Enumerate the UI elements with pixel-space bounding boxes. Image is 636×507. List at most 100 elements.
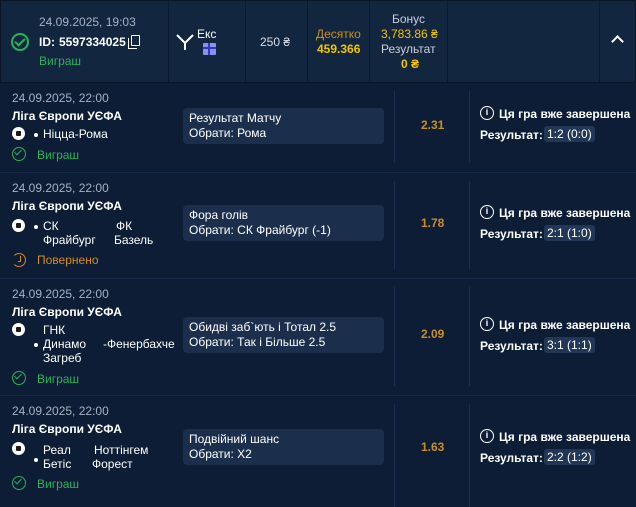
decimal-label: Десятко: [316, 27, 361, 41]
team2-line2: Базель: [114, 233, 154, 247]
team1-line1: ГНК: [43, 323, 66, 337]
parlay-icon: [176, 34, 194, 50]
event-status: Повернено: [37, 253, 99, 267]
result-score: 2:2 (1:2): [544, 449, 595, 465]
event-row: 24.09.2025, 22:00 Ліга Європи УЄФА ГНК Д…: [0, 279, 636, 396]
market-pick: Обрати: Так і Більше 2.5: [189, 335, 326, 349]
game-ended-text: Ця гра вже завершена: [499, 206, 631, 220]
event-league: Ліга Європи УЄФА: [12, 305, 122, 319]
result-label: Результат: [381, 42, 436, 56]
event-status: Виграш: [37, 148, 80, 162]
event-league: Ліга Європи УЄФА: [12, 109, 122, 123]
market-name: Результат Матчу: [189, 111, 282, 125]
divider: [469, 404, 470, 507]
bullet: [34, 343, 38, 347]
event-odds: 2.31: [421, 118, 445, 132]
market-box: Подвійний шанс Обрати: Х2: [183, 429, 384, 465]
football-icon: [12, 323, 25, 336]
info-icon: i: [480, 429, 494, 443]
header-spacer: [448, 1, 600, 82]
event-status: Виграш: [37, 477, 80, 491]
team1-line1: СК: [43, 219, 59, 233]
market-name: Фора голів: [189, 208, 249, 222]
event-league: Ліга Європи УЄФА: [12, 422, 122, 436]
market-name: Подвійний шанс: [189, 432, 280, 446]
team1-line2: Динамо: [43, 337, 87, 351]
divider: [394, 404, 395, 507]
result-label: Результат:: [480, 227, 543, 241]
bullet: [34, 133, 38, 137]
market-box: Фора голів Обрати: СК Фрайбург (-1): [183, 205, 384, 241]
check-circle-icon: [12, 476, 26, 490]
team1-line3: Загреб: [43, 351, 82, 365]
bet-info-cell: 24.09.2025, 19:03 ID: 5597334025 Виграш: [1, 1, 169, 82]
divider: [469, 181, 470, 269]
event-league: Ліга Європи УЄФА: [12, 199, 122, 213]
team2-line2: Форест: [92, 457, 133, 471]
team2-line1: ФК: [116, 219, 133, 233]
market-pick: Обрати: Рома: [189, 126, 267, 140]
bet-date: 24.09.2025, 19:03: [39, 15, 136, 29]
result-score: 1:2 (0:0): [544, 126, 595, 142]
market-pick: Обрати: СК Фрайбург (-1): [189, 223, 331, 237]
info-icon: i: [480, 317, 494, 331]
event-date: 24.09.2025, 22:00: [12, 404, 109, 418]
team-names: Ніцца-Рома: [43, 127, 108, 141]
market-pick: Обрати: Х2: [189, 447, 252, 461]
team1-line2: Фрайбург: [43, 233, 96, 247]
stake-value: 250 ₴: [260, 35, 291, 49]
bet-summary-header: 24.09.2025, 19:03 ID: 5597334025 Виграш …: [0, 0, 636, 83]
team2-line1: -Фенербахче: [103, 337, 175, 351]
event-row: 24.09.2025, 22:00 Ліга Європи УЄФА Ніцца…: [0, 83, 636, 173]
football-icon: [12, 219, 25, 232]
check-circle-icon: [12, 147, 26, 161]
bet-id: 5597334025: [59, 35, 126, 49]
event-odds: 1.78: [421, 216, 445, 230]
game-ended-text: Ця гра вже завершена: [499, 430, 631, 444]
gift-icon: [203, 43, 216, 55]
football-icon: [12, 442, 25, 455]
game-ended-text: Ця гра вже завершена: [499, 318, 631, 332]
bet-id-label: ID:: [39, 35, 55, 49]
market-box: Результат Матчу Обрати: Рома: [183, 108, 384, 144]
divider: [394, 287, 395, 386]
divider: [469, 91, 470, 163]
divider: [394, 91, 395, 163]
check-circle-icon: [12, 371, 26, 385]
event-date: 24.09.2025, 22:00: [12, 287, 109, 301]
returned-icon: [12, 253, 26, 267]
market-name: Обидві заб`ють і Тотал 2.5: [189, 320, 337, 334]
bonus-value: 3,783.86 ₴: [381, 27, 438, 41]
result-label: Результат:: [480, 128, 543, 142]
copy-icon[interactable]: [128, 35, 140, 49]
info-icon: i: [480, 106, 494, 120]
game-ended-text: Ця гра вже завершена: [499, 107, 631, 121]
event-row: 24.09.2025, 22:00 Ліга Європи УЄФА Реал …: [0, 396, 636, 507]
event-date: 24.09.2025, 22:00: [12, 91, 109, 105]
info-icon: i: [480, 205, 494, 219]
event-odds: 1.63: [421, 440, 445, 454]
bet-type: Екс: [197, 27, 217, 41]
divider: [394, 181, 395, 269]
result-label: Результат:: [480, 451, 543, 465]
divider: [469, 287, 470, 386]
decimal-cell: Десятко 459.366: [308, 1, 370, 82]
team1-line2: Бетіс: [43, 457, 72, 471]
event-row: 24.09.2025, 22:00 Ліга Європи УЄФА СК Фр…: [0, 173, 636, 279]
team2-line1: Ноттінгем: [94, 443, 149, 457]
event-odds: 2.09: [421, 327, 445, 341]
bullet: [34, 458, 38, 462]
bullet: [34, 225, 38, 229]
result-score: 2:1 (1:0): [544, 225, 595, 241]
stake-cell: 250 ₴: [246, 1, 308, 82]
bet-status: Виграш: [39, 54, 82, 68]
result-value: 0 ₴: [401, 57, 420, 71]
result-label: Результат:: [480, 339, 543, 353]
event-status: Виграш: [37, 372, 80, 386]
event-date: 24.09.2025, 22:00: [12, 181, 109, 195]
check-circle-icon: [11, 33, 29, 51]
result-score: 3:1 (1:1): [544, 337, 595, 353]
decimal-value: 459.366: [317, 42, 361, 56]
market-box: Обидві заб`ють і Тотал 2.5 Обрати: Так і…: [183, 317, 384, 353]
bet-type-cell: Екс: [169, 1, 246, 82]
